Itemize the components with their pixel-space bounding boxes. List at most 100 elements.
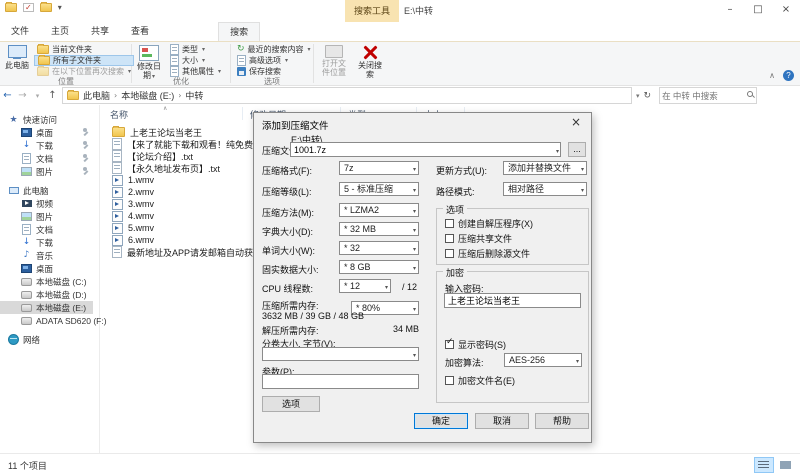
format-select[interactable]: 7z▾ bbox=[339, 161, 419, 175]
collapse-ribbon-icon[interactable]: ∧ bbox=[769, 71, 775, 80]
sidebar-item-quick-access[interactable]: ★ 快速访问 bbox=[0, 113, 99, 126]
recent-locations-icon[interactable]: ▾ bbox=[30, 92, 45, 100]
path-mode-select[interactable]: 相对路径▾ bbox=[503, 182, 587, 196]
sidebar-item-pictures[interactable]: 图片 bbox=[0, 165, 99, 178]
word-size-select[interactable]: * 32▾ bbox=[339, 241, 419, 255]
address-dropdown-icon[interactable]: ▾ bbox=[636, 92, 640, 100]
sidebar-item-documents-pc[interactable]: 文档 bbox=[0, 223, 99, 236]
file-row[interactable]: 【论坛介绍】.txt bbox=[112, 150, 193, 162]
ok-button[interactable]: 确定 bbox=[414, 413, 468, 429]
close-button[interactable]: × bbox=[772, 0, 800, 22]
details-view-button[interactable] bbox=[754, 457, 774, 473]
sidebar-item-desktop[interactable]: 桌面 bbox=[0, 126, 99, 139]
file-row[interactable]: 5.wmv bbox=[112, 222, 154, 234]
checkbox-unchecked[interactable] bbox=[445, 219, 454, 228]
qat-properties-icon[interactable]: ✓ bbox=[23, 3, 34, 12]
tab-view[interactable]: 查看 bbox=[120, 22, 160, 41]
maximize-button[interactable]: □ bbox=[744, 0, 772, 22]
close-search-button[interactable]: 关闭搜索 bbox=[353, 42, 387, 85]
archive-name-input[interactable] bbox=[290, 142, 561, 157]
column-header-name[interactable]: 名称 bbox=[110, 108, 128, 121]
update-mode-select[interactable]: 添加并替换文件▾ bbox=[503, 161, 587, 175]
breadcrumb-this-pc[interactable]: 此电脑 bbox=[83, 89, 110, 102]
solid-block-select[interactable]: * 8 GB▾ bbox=[339, 260, 419, 274]
password-input[interactable] bbox=[444, 293, 581, 308]
dictionary-select[interactable]: * 32 MB▾ bbox=[339, 222, 419, 236]
pin-icon bbox=[82, 155, 89, 162]
archive-dropdown-icon[interactable]: ▾ bbox=[556, 146, 559, 157]
chevron-down-icon: ▾ bbox=[413, 206, 416, 217]
sfx-checkbox-row[interactable]: 创建自解压程序(X) bbox=[445, 217, 533, 230]
tab-file[interactable]: 文件 bbox=[0, 22, 40, 41]
options-group: 选项 创建自解压程序(X) 压缩共享文件 压缩后删除源文件 bbox=[436, 208, 589, 265]
sidebar-item-pictures-pc[interactable]: 图片 bbox=[0, 210, 99, 223]
window-title: E:\中转 bbox=[404, 0, 433, 22]
volume-size-select[interactable]: ▾ bbox=[262, 347, 419, 361]
parameters-input[interactable] bbox=[262, 374, 419, 389]
kind-button[interactable]: 类型 ▾ bbox=[167, 44, 224, 55]
up-icon[interactable]: ↑ bbox=[45, 90, 60, 101]
help-icon[interactable]: ? bbox=[783, 70, 794, 81]
sidebar-item-drive-f[interactable]: ADATA SD620 (F:) bbox=[0, 314, 99, 327]
file-row[interactable]: 【永久地址发布页】.txt bbox=[112, 162, 220, 174]
sidebar-item-documents[interactable]: 文档 bbox=[0, 152, 99, 165]
qat-dropdown-icon[interactable]: ▾ bbox=[58, 3, 62, 12]
minimize-button[interactable]: – bbox=[716, 0, 744, 22]
file-row[interactable]: 6.wmv bbox=[112, 234, 154, 246]
file-row[interactable]: 4.wmv bbox=[112, 210, 154, 222]
large-icons-view-button[interactable] bbox=[776, 457, 796, 473]
search-input[interactable] bbox=[660, 91, 742, 101]
encryption-method-select[interactable]: AES-256▾ bbox=[504, 353, 582, 367]
sidebar-item-this-pc[interactable]: 此电脑 bbox=[0, 184, 99, 197]
dialog-close-icon[interactable]: × bbox=[561, 113, 591, 133]
help-button[interactable]: 帮助 bbox=[535, 413, 589, 429]
tab-home[interactable]: 主页 bbox=[40, 22, 80, 41]
checkbox-unchecked[interactable] bbox=[445, 234, 454, 243]
refresh-icon[interactable]: ↻ bbox=[644, 91, 652, 101]
sidebar-item-downloads-pc[interactable]: ↓ 下载 bbox=[0, 236, 99, 249]
file-row[interactable]: 2.wmv bbox=[112, 186, 154, 198]
search-box[interactable] bbox=[659, 87, 757, 104]
tab-share[interactable]: 共享 bbox=[80, 22, 120, 41]
sidebar-item-drive-e[interactable]: 本地磁盘 (E:) bbox=[0, 301, 93, 314]
all-subfolders-button[interactable]: 所有子文件夹 bbox=[34, 55, 134, 66]
breadcrumb-drive-e[interactable]: 本地磁盘 (E:) bbox=[121, 89, 174, 102]
picture-icon bbox=[21, 212, 32, 221]
level-select[interactable]: 5 - 标准压缩▾ bbox=[339, 182, 419, 196]
encrypt-names-checkbox-row[interactable]: 加密文件名(E) bbox=[445, 374, 515, 387]
checkbox-checked[interactable]: ✓ bbox=[445, 340, 454, 349]
delete-after-checkbox-row[interactable]: 压缩后删除源文件 bbox=[445, 247, 530, 260]
tab-search[interactable]: 搜索 bbox=[218, 22, 260, 41]
qat-folder-icon[interactable] bbox=[5, 3, 17, 12]
address-bar[interactable]: 此电脑 › 本地磁盘 (E:) › 中转 bbox=[62, 87, 632, 104]
file-row[interactable]: 3.wmv bbox=[112, 198, 154, 210]
advanced-options-button[interactable]: 高级选项 ▾ bbox=[234, 55, 314, 66]
forward-icon[interactable]: → bbox=[15, 90, 30, 101]
size-button[interactable]: 大小 ▾ bbox=[167, 55, 224, 66]
cancel-button[interactable]: 取消 bbox=[475, 413, 529, 429]
recent-searches-button[interactable]: ↻ 最近的搜索内容 ▾ bbox=[234, 44, 314, 55]
sidebar-item-videos[interactable]: 视频 bbox=[0, 197, 99, 210]
sidebar-item-network[interactable]: 网络 bbox=[0, 333, 99, 346]
sidebar-item-downloads[interactable]: ↓ 下载 bbox=[0, 139, 99, 152]
chevron-down-icon: ▾ bbox=[128, 68, 131, 75]
file-row[interactable]: 上老王论坛当老王 bbox=[112, 126, 202, 138]
sidebar-item-drive-d[interactable]: 本地磁盘 (D:) bbox=[0, 288, 99, 301]
back-icon[interactable]: ← bbox=[0, 90, 15, 101]
breadcrumb-folder[interactable]: 中转 bbox=[185, 89, 203, 102]
options-button[interactable]: 选项 bbox=[262, 396, 320, 412]
file-row[interactable]: 1.wmv bbox=[112, 174, 154, 186]
browse-button[interactable]: ... bbox=[568, 142, 586, 157]
shared-files-checkbox-row[interactable]: 压缩共享文件 bbox=[445, 232, 512, 245]
current-folder-button[interactable]: 当前文件夹 bbox=[34, 44, 134, 55]
sidebar-item-music[interactable]: ♪ 音乐 bbox=[0, 249, 99, 262]
checkbox-unchecked[interactable] bbox=[445, 249, 454, 258]
sidebar-item-drive-c[interactable]: 本地磁盘 (C:) bbox=[0, 275, 99, 288]
cpu-threads-select[interactable]: * 12▾ bbox=[339, 279, 391, 293]
method-select[interactable]: * LZMA2▾ bbox=[339, 203, 419, 217]
checkbox-unchecked[interactable] bbox=[445, 376, 454, 385]
show-password-checkbox-row[interactable]: ✓ 显示密码(S) bbox=[445, 338, 506, 351]
sidebar-item-desktop-pc[interactable]: 桌面 bbox=[0, 262, 99, 275]
qat-new-folder-icon[interactable] bbox=[40, 3, 52, 12]
open-file-location-button[interactable]: 打开文件位置 bbox=[315, 42, 353, 85]
